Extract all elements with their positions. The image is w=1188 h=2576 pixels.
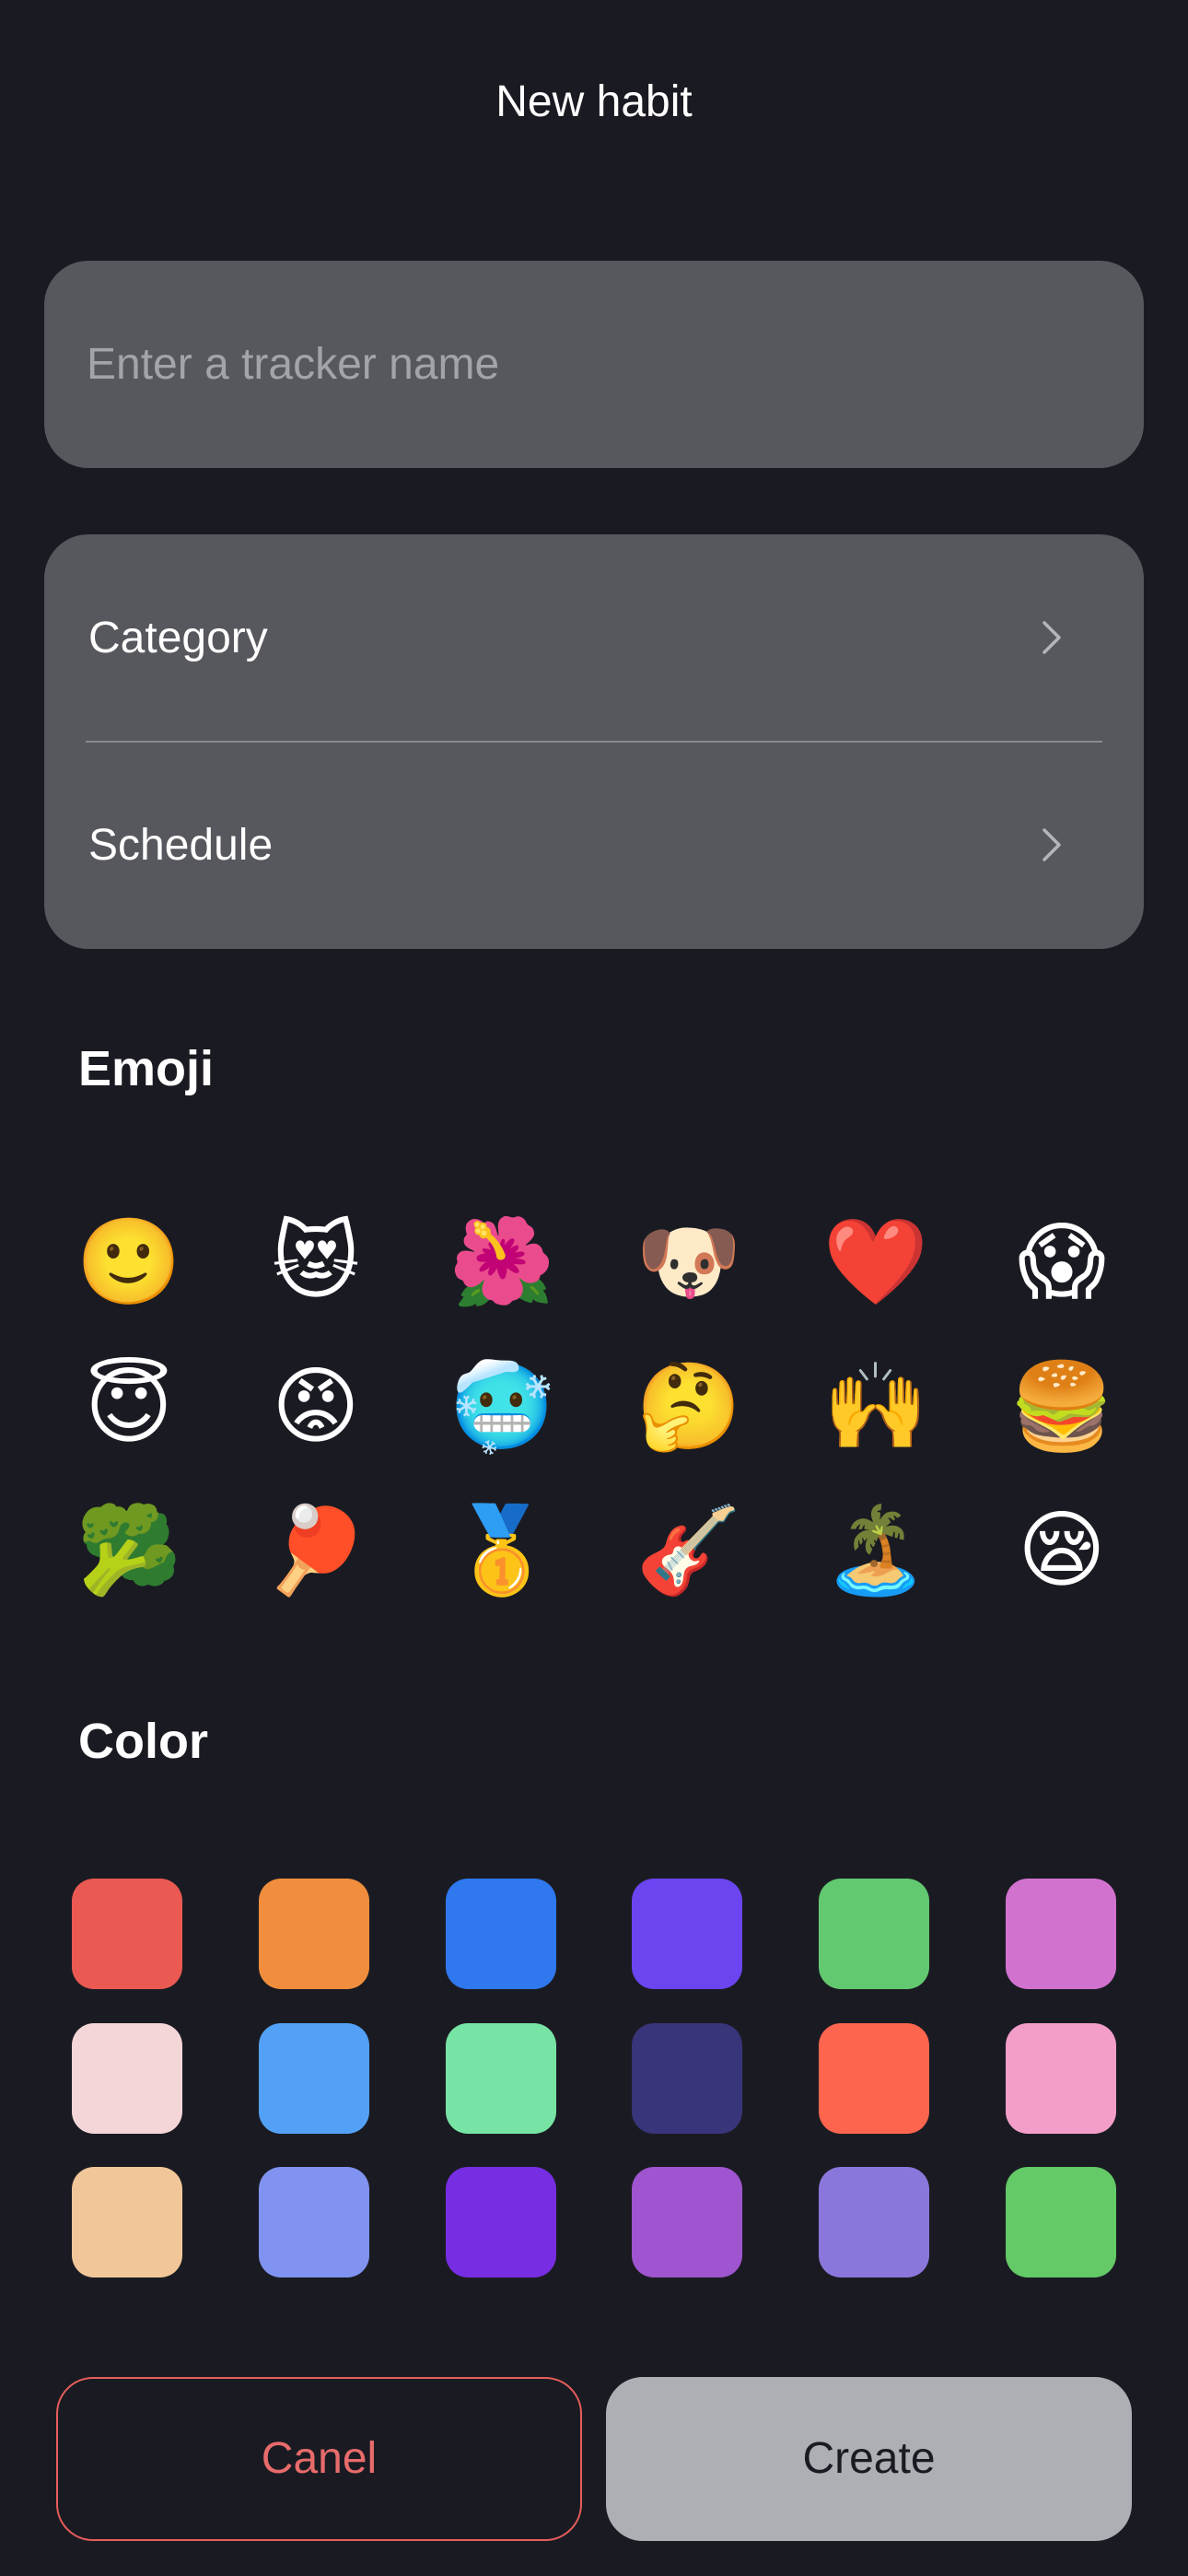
- emoji-option[interactable]: 🥇: [410, 1481, 594, 1620]
- color-swatch[interactable]: [632, 2167, 742, 2277]
- schedule-row[interactable]: Schedule: [44, 742, 1144, 949]
- chevron-right-icon: [1042, 621, 1061, 654]
- color-swatch[interactable]: [72, 2023, 182, 2134]
- color-swatch[interactable]: [72, 2167, 182, 2277]
- color-swatch[interactable]: [72, 1879, 182, 1989]
- color-swatch[interactable]: [819, 2023, 929, 2134]
- color-swatch[interactable]: [1006, 2023, 1116, 2134]
- emoji-option[interactable]: 😻: [224, 1193, 408, 1331]
- color-swatch[interactable]: [259, 2167, 369, 2277]
- emoji-section-title: Emoji: [78, 1041, 215, 1096]
- chevron-right-icon: [1042, 828, 1061, 861]
- emoji-option[interactable]: 🐶: [597, 1193, 781, 1331]
- options-card: Category Schedule: [44, 534, 1144, 949]
- color-swatch[interactable]: [819, 1879, 929, 1989]
- color-section-title: Color: [78, 1714, 208, 1769]
- emoji-option[interactable]: 🍔: [970, 1338, 1154, 1476]
- color-swatch[interactable]: [446, 2023, 556, 2134]
- tracker-name-field[interactable]: [44, 261, 1144, 468]
- color-swatch[interactable]: [632, 2023, 742, 2134]
- emoji-option[interactable]: 🙂: [37, 1193, 221, 1331]
- schedule-label: Schedule: [88, 821, 274, 870]
- emoji-option[interactable]: 🙌: [784, 1338, 968, 1476]
- emoji-option[interactable]: 🏓: [224, 1481, 408, 1620]
- page-title: New habit: [495, 77, 693, 126]
- category-row[interactable]: Category: [44, 534, 1144, 743]
- emoji-option[interactable]: 🥶: [410, 1338, 594, 1476]
- create-button[interactable]: Create: [606, 2377, 1132, 2541]
- emoji-option[interactable]: 🌺: [410, 1193, 594, 1331]
- color-swatch[interactable]: [1006, 1879, 1116, 1989]
- cancel-button[interactable]: Canel: [56, 2377, 582, 2541]
- emoji-option[interactable]: ❤️: [784, 1193, 968, 1331]
- emoji-option[interactable]: 🤔: [597, 1338, 781, 1476]
- color-swatch[interactable]: [446, 1879, 556, 1989]
- emoji-option[interactable]: 😱: [970, 1193, 1154, 1331]
- color-swatch[interactable]: [819, 2167, 929, 2277]
- color-swatch[interactable]: [259, 1879, 369, 1989]
- emoji-option[interactable]: 🎸: [597, 1481, 781, 1620]
- tracker-name-input[interactable]: [87, 261, 1100, 468]
- emoji-option[interactable]: 😪: [970, 1481, 1154, 1620]
- color-swatch[interactable]: [1006, 2167, 1116, 2277]
- color-swatch[interactable]: [259, 2023, 369, 2134]
- color-swatch[interactable]: [446, 2167, 556, 2277]
- emoji-option[interactable]: 🥦: [37, 1481, 221, 1620]
- category-label: Category: [88, 614, 268, 662]
- emoji-option[interactable]: 😡: [224, 1338, 408, 1476]
- color-swatch[interactable]: [632, 1879, 742, 1989]
- emoji-option[interactable]: 🏝️: [784, 1481, 968, 1620]
- emoji-option[interactable]: 😇: [37, 1338, 221, 1476]
